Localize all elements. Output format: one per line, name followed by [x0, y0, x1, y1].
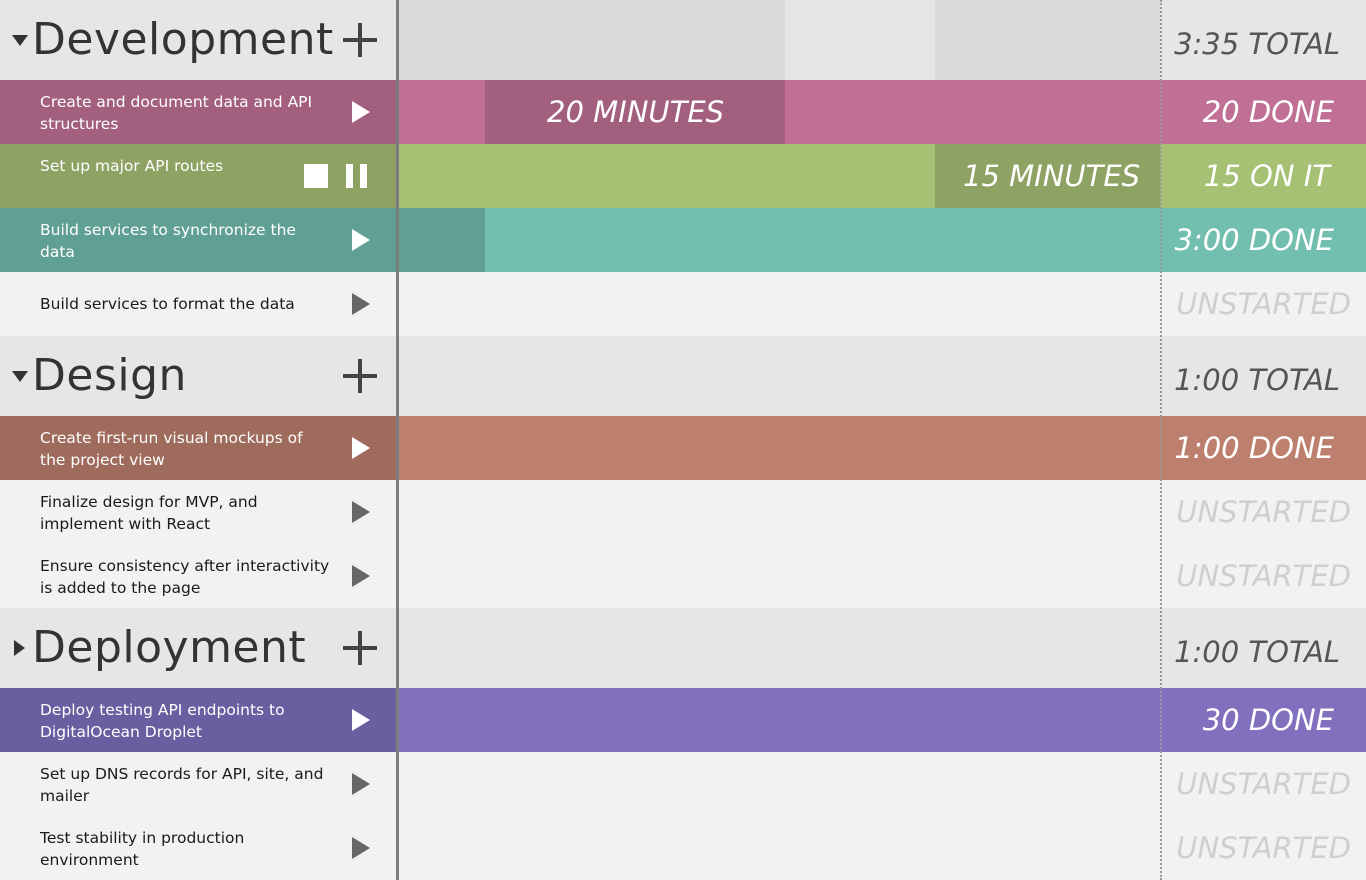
- task-label-cell: Ensure consistency after interactivity i…: [0, 544, 398, 608]
- play-icon[interactable]: [352, 709, 370, 731]
- segment-label: 15 MINUTES: [963, 159, 1141, 193]
- task-status: UNSTARTED: [1176, 559, 1351, 593]
- task-label: Build services to format the data: [40, 295, 295, 313]
- play-icon[interactable]: [352, 565, 370, 587]
- task-status: 30 DONE: [1202, 703, 1334, 737]
- collapse-caret-icon[interactable]: [12, 35, 28, 46]
- group-total: 1:00 TOTAL: [1174, 363, 1340, 397]
- task-label: Create and document data and API structu…: [40, 93, 313, 133]
- add-task-button[interactable]: [343, 359, 377, 393]
- task-label-cell: Set up DNS records for API, site, and ma…: [0, 752, 398, 816]
- task-status: UNSTARTED: [1176, 831, 1351, 865]
- play-icon[interactable]: [352, 229, 370, 251]
- time-segment: 20 MINUTES: [485, 80, 785, 144]
- task-status: 3:00 DONE: [1174, 223, 1334, 257]
- group-title: Design: [32, 350, 187, 401]
- task-label: Test stability in production environment: [40, 829, 245, 869]
- task-label-cell: Create and document data and API structu…: [0, 80, 398, 144]
- expand-caret-icon[interactable]: [14, 640, 25, 656]
- task-label: Ensure consistency after interactivity i…: [40, 557, 330, 597]
- timeline-block: [935, 0, 1160, 80]
- task-label: Deploy testing API endpoints to DigitalO…: [40, 701, 285, 741]
- add-task-button[interactable]: [343, 23, 377, 57]
- task-status: UNSTARTED: [1176, 495, 1351, 529]
- task-status: 15 ON IT: [1203, 159, 1330, 193]
- play-icon[interactable]: [352, 437, 370, 459]
- timeline-block: [399, 0, 785, 80]
- task-label: Set up major API routes: [40, 157, 224, 175]
- play-icon[interactable]: [352, 837, 370, 859]
- group-total: 3:35 TOTAL: [1174, 27, 1340, 61]
- group-title: Deployment: [32, 622, 307, 673]
- time-segment: 15 MINUTES: [935, 144, 1160, 208]
- task-label: Create first-run visual mockups of the p…: [40, 429, 303, 469]
- column-divider[interactable]: [396, 0, 399, 880]
- task-label: Set up DNS records for API, site, and ma…: [40, 765, 324, 805]
- task-label: Build services to synchronize the data: [40, 221, 296, 261]
- task-label-cell: Deploy testing API endpoints to DigitalO…: [0, 688, 398, 752]
- group-title: Development: [32, 14, 334, 65]
- play-icon[interactable]: [352, 101, 370, 123]
- pause-icon[interactable]: [346, 164, 368, 188]
- collapse-caret-icon[interactable]: [12, 371, 28, 382]
- time-segment: [399, 208, 485, 272]
- stop-icon[interactable]: [304, 164, 328, 188]
- task-status: 1:00 DONE: [1174, 431, 1334, 465]
- task-label-cell: Set up major API routes: [0, 144, 398, 208]
- task-label-cell: Build services to synchronize the data: [0, 208, 398, 272]
- task-status: UNSTARTED: [1176, 287, 1351, 321]
- task-status: UNSTARTED: [1176, 767, 1351, 801]
- segment-label: 20 MINUTES: [547, 95, 725, 129]
- task-label-cell: Build services to format the data: [0, 272, 398, 336]
- task-label-cell: Create first-run visual mockups of the p…: [0, 416, 398, 480]
- task-label: Finalize design for MVP, and implement w…: [40, 493, 258, 533]
- play-icon[interactable]: [352, 293, 370, 315]
- task-label-cell: Finalize design for MVP, and implement w…: [0, 480, 398, 544]
- group-total: 1:00 TOTAL: [1174, 635, 1340, 669]
- play-icon[interactable]: [352, 501, 370, 523]
- task-label-cell: Test stability in production environment: [0, 816, 398, 880]
- add-task-button[interactable]: [343, 631, 377, 665]
- now-marker-line: [1160, 0, 1162, 880]
- play-icon[interactable]: [352, 773, 370, 795]
- task-status: 20 DONE: [1202, 95, 1334, 129]
